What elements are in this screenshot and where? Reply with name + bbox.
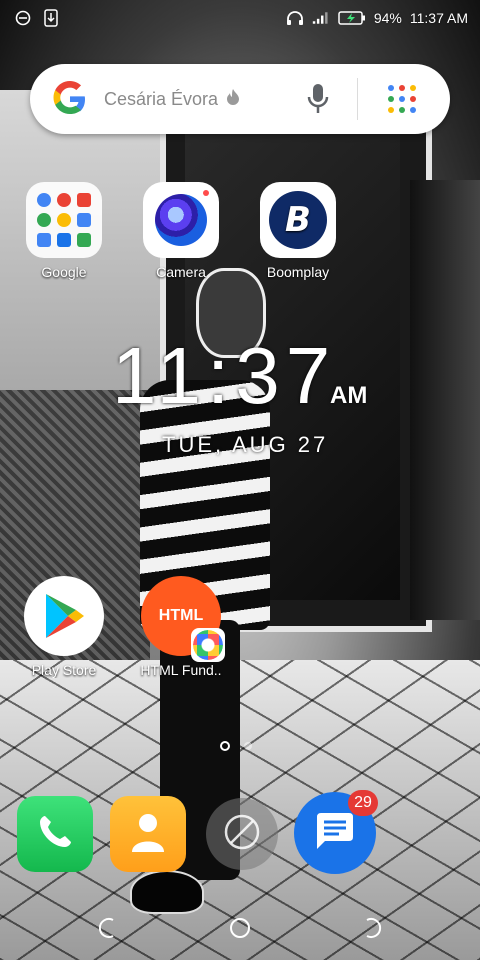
html-fundamentals-icon: HTML xyxy=(141,576,225,662)
messages-icon xyxy=(313,811,357,856)
fire-icon xyxy=(226,88,240,111)
status-time: 11:37 AM xyxy=(409,10,468,26)
app-label: Play Store xyxy=(31,662,97,678)
phone-icon xyxy=(35,812,75,857)
boomplay-icon: B xyxy=(260,182,336,258)
app-label: HTML Fund.. xyxy=(140,662,222,678)
app-source-badge-icon xyxy=(191,628,225,662)
back-icon[interactable] xyxy=(88,910,124,946)
google-folder-icon xyxy=(26,182,102,258)
recents-icon[interactable] xyxy=(356,910,392,946)
search-placeholder: Cesária Évora xyxy=(104,88,219,109)
search-divider xyxy=(357,78,358,120)
dock-contacts[interactable] xyxy=(110,796,186,872)
clock-widget[interactable]: 11:37 AM xyxy=(112,330,382,420)
clock-ampm: AM xyxy=(330,382,368,409)
contacts-icon xyxy=(128,810,168,859)
headphones-icon xyxy=(286,9,304,27)
app-label: Boomplay xyxy=(266,264,330,280)
html-icon-text: HTML xyxy=(158,607,204,624)
camera-icon xyxy=(143,182,219,258)
page-indicator xyxy=(220,741,252,751)
page-dot xyxy=(244,742,252,750)
page-dot-active xyxy=(220,741,230,751)
app-label: Google xyxy=(41,264,87,280)
microphone-icon[interactable] xyxy=(305,82,331,116)
dock-browser[interactable] xyxy=(206,798,278,870)
app-camera[interactable]: Camera xyxy=(126,182,236,280)
messages-unread-badge: 29 xyxy=(348,790,378,816)
home-icon[interactable] xyxy=(222,910,258,946)
apps-grid-icon[interactable] xyxy=(386,83,418,115)
app-boomplay[interactable]: B Boomplay xyxy=(243,182,353,280)
browser-icon xyxy=(222,812,262,857)
google-search-bar[interactable]: Cesária Évora xyxy=(30,64,450,134)
status-bar: 94% 11:37 AM xyxy=(0,0,480,36)
play-store-icon xyxy=(24,576,104,656)
battery-charging-icon xyxy=(338,9,366,27)
wallpaper-shadow xyxy=(410,180,480,620)
download-icon xyxy=(42,9,60,27)
navigation-bar xyxy=(0,896,480,960)
notification-circle-icon xyxy=(14,9,32,27)
clock-date: TUE, AUG 27 xyxy=(162,432,329,457)
app-html-fundamentals[interactable]: HTML HTML Fund.. xyxy=(126,576,236,678)
clock-time: 11:37 xyxy=(112,331,337,420)
google-logo-icon xyxy=(52,81,88,117)
battery-percent: 94% xyxy=(373,10,402,26)
app-label: Camera xyxy=(156,264,206,280)
app-google-folder[interactable]: Google xyxy=(9,182,119,280)
signal-icon xyxy=(312,9,330,27)
app-play-store[interactable]: Play Store xyxy=(9,576,119,678)
search-input[interactable]: Cesária Évora xyxy=(104,88,240,111)
dock-phone[interactable] xyxy=(17,796,93,872)
